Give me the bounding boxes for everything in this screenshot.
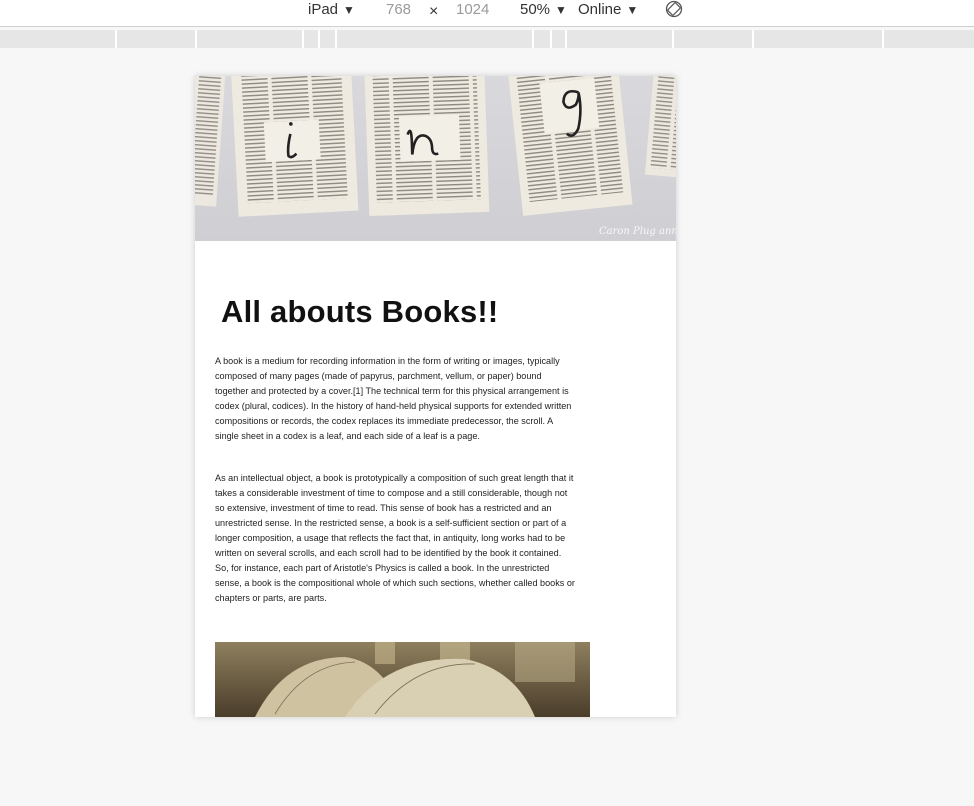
media-query-marker[interactable] (882, 30, 884, 48)
network-throttle-select[interactable]: Online ▼ (578, 0, 638, 20)
media-query-marker[interactable] (565, 30, 567, 48)
rotate-icon[interactable] (665, 0, 683, 18)
network-select-label: Online (578, 1, 622, 18)
zoom-select[interactable]: 50% ▼ (520, 0, 567, 20)
chevron-down-icon: ▼ (343, 3, 355, 17)
paragraph-intellectual-object: As an intellectual object, a book is pro… (215, 473, 575, 603)
media-query-marker[interactable] (335, 30, 337, 48)
height-input[interactable]: 1024 (456, 0, 489, 20)
dimension-separator: × (429, 3, 439, 20)
page-heading: All abouts Books!! (221, 294, 499, 329)
hero-image: Caron Plug ann (195, 76, 676, 241)
media-query-marker[interactable] (672, 30, 674, 48)
device-select[interactable]: iPad ▼ (308, 0, 355, 20)
chevron-down-icon: ▼ (555, 3, 567, 17)
zoom-select-label: 50% (520, 1, 551, 18)
media-query-marker[interactable] (318, 30, 320, 48)
device-select-label: iPad (308, 1, 339, 18)
device-toolbar: iPad ▼ 768 × 1024 50% ▼ Online ▼ (0, 0, 974, 27)
media-query-marker[interactable] (115, 30, 117, 48)
width-input[interactable]: 768 (386, 0, 411, 20)
media-query-ruler[interactable] (0, 30, 974, 48)
device-viewport[interactable]: Caron Plug ann All abouts Books!! A book… (195, 76, 676, 717)
media-query-marker[interactable] (195, 30, 197, 48)
media-query-marker[interactable] (752, 30, 754, 48)
paragraph-book-definition: A book is a medium for recording informa… (215, 356, 572, 441)
media-query-marker[interactable] (550, 30, 552, 48)
media-query-marker[interactable] (532, 30, 534, 48)
hero-watermark: Caron Plug ann (599, 226, 676, 237)
chevron-down-icon: ▼ (626, 3, 639, 17)
media-query-marker[interactable] (302, 30, 304, 48)
open-book-image (215, 642, 590, 717)
